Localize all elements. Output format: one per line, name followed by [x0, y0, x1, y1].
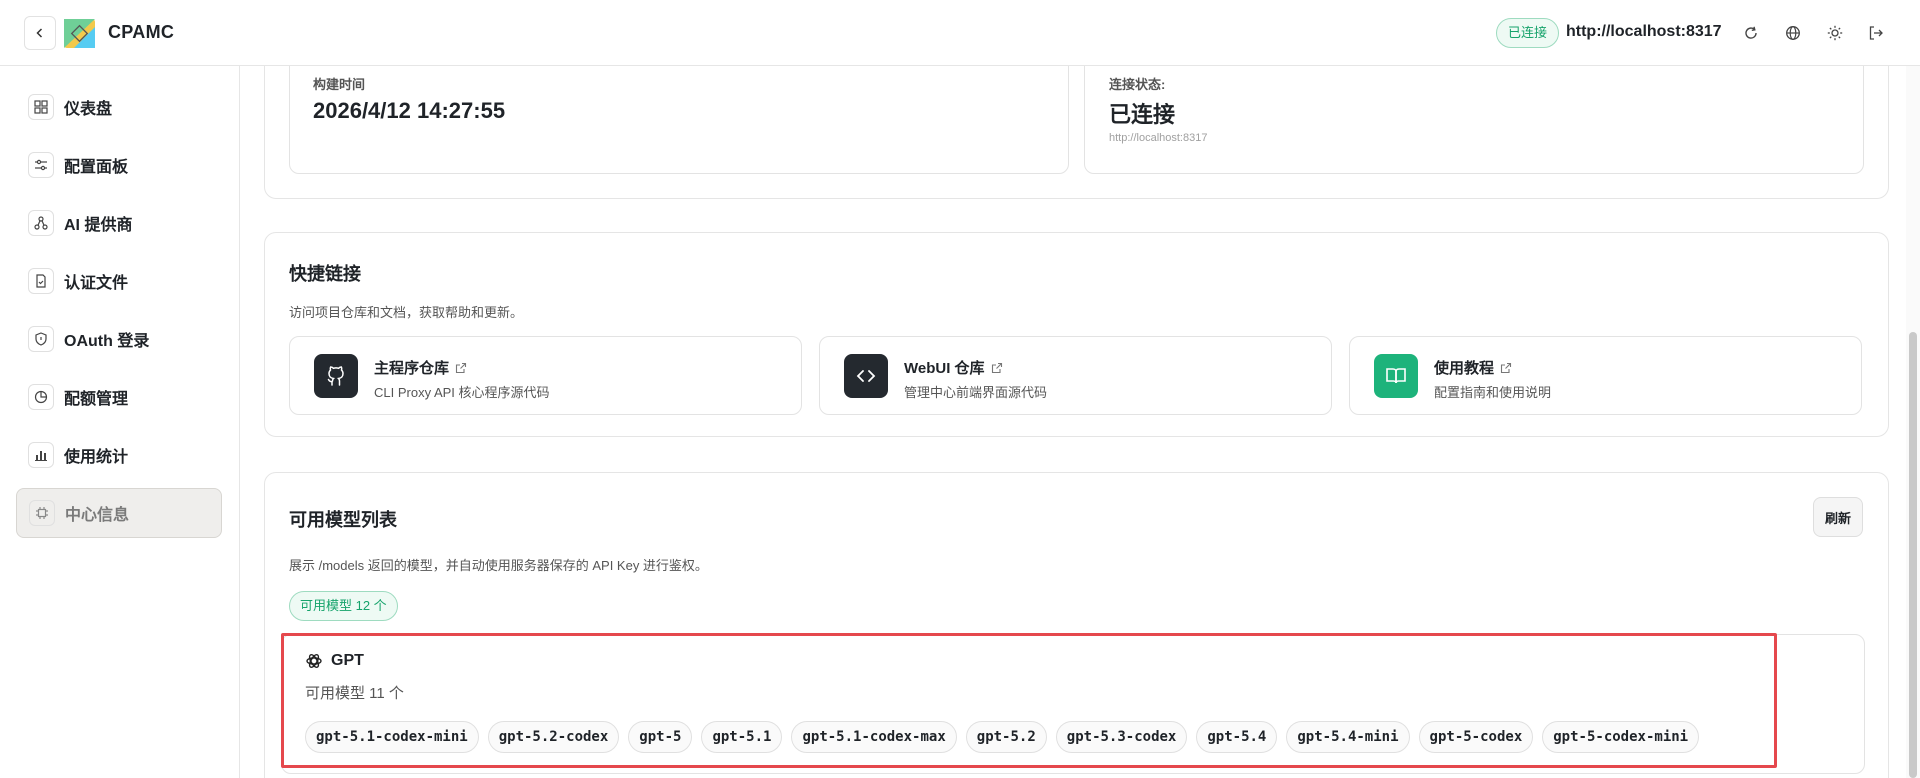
bar-chart-icon [28, 442, 54, 468]
external-link-icon [1500, 362, 1512, 373]
connection-panel [1084, 66, 1864, 174]
scrollbar-thumb[interactable] [1909, 332, 1917, 778]
sidebar-item-center-info[interactable]: 中心信息 [16, 488, 222, 538]
link-description: 管理中心前端界面源代码 [904, 385, 1048, 400]
model-chip: gpt-5.1-codex-mini [305, 721, 479, 753]
model-chip-list: gpt-5.1-codex-mini gpt-5.2-codex gpt-5 gpt-… [305, 721, 1700, 753]
file-check-icon [28, 268, 54, 294]
model-chip: gpt-5.2 [965, 721, 1047, 753]
app-logo [64, 19, 95, 48]
model-chip: gpt-5-codex-mini [1542, 721, 1700, 753]
sidebar-item-label: AI 提供商 [64, 217, 133, 234]
sun-icon[interactable] [1823, 21, 1847, 45]
sidebar-item-label: 仪表盘 [64, 101, 113, 118]
link-main-repo[interactable]: 主程序仓库 CLI Proxy API 核心程序源代码 [289, 336, 802, 415]
pie-icon [28, 384, 54, 410]
main-content: 构建时间 2026/4/12 14:27:55 连接状态: 已连接 http:/… [241, 66, 1920, 778]
sidebar-item-label: 使用统计 [64, 449, 129, 466]
dashboard-icon [28, 94, 54, 120]
connection-status-label: 连接状态: [1109, 77, 1166, 92]
sidebar-item-dashboard[interactable]: 仪表盘 [16, 82, 222, 132]
link-description: 配置指南和使用说明 [1434, 385, 1552, 400]
model-chip: gpt-5.4 [1196, 721, 1278, 753]
build-time-label: 构建时间 [313, 77, 366, 92]
globe-icon[interactable] [1781, 21, 1805, 45]
link-webui-repo[interactable]: WebUI 仓库 管理中心前端界面源代码 [819, 336, 1332, 415]
models-description: 展示 /models 返回的模型，并自动使用服务器保存的 API Key 进行鉴… [289, 558, 708, 573]
code-icon [844, 354, 888, 398]
external-link-icon [455, 362, 467, 373]
models-title: 可用模型列表 [289, 510, 397, 530]
quick-links-title: 快捷链接 [289, 264, 361, 284]
chip-icon [29, 500, 55, 526]
sidebar-item-label: 配置面板 [64, 159, 129, 176]
model-chip: gpt-5-codex [1418, 721, 1534, 753]
back-button[interactable] [24, 16, 56, 50]
sidebar-item-label: 配额管理 [64, 391, 129, 408]
model-chip: gpt-5.1 [701, 721, 783, 753]
sidebar-item-quota[interactable]: 配额管理 [16, 372, 222, 422]
model-group-title: GPT [305, 652, 364, 670]
sidebar-item-label: 中心信息 [65, 507, 130, 524]
sliders-icon [28, 152, 54, 178]
brand-name: CPAMC [108, 22, 175, 42]
models-count-badge: 可用模型 12 个 [289, 591, 398, 621]
sidebar-item-config[interactable]: 配置面板 [16, 140, 222, 190]
sidebar-item-usage[interactable]: 使用统计 [16, 430, 222, 480]
book-icon [1374, 354, 1418, 398]
connection-status-value: 已连接 [1109, 102, 1176, 127]
connection-url: http://localhost:8317 [1109, 132, 1208, 144]
quick-links-description: 访问项目仓库和文档，获取帮助和更新。 [289, 305, 524, 320]
model-chip: gpt-5.1-codex-max [791, 721, 957, 753]
sidebar-item-auth-files[interactable]: 认证文件 [16, 256, 222, 306]
model-group-count: 可用模型 11 个 [305, 685, 404, 702]
connection-status-badge: 已连接 [1496, 18, 1560, 48]
logout-icon[interactable] [1864, 21, 1888, 45]
external-link-icon [991, 362, 1002, 373]
sidebar: 仪表盘 配置面板 AI 提供商 认证文件 OAuth 登录 配额管理 使用统计 … [0, 66, 240, 778]
sidebar-item-oauth[interactable]: OAuth 登录 [16, 314, 222, 364]
link-description: CLI Proxy API 核心程序源代码 [374, 385, 550, 400]
link-title: 使用教程 [1434, 357, 1512, 378]
github-icon [314, 354, 358, 398]
link-title: 主程序仓库 [374, 357, 467, 378]
shield-icon [28, 326, 54, 352]
top-bar: CPAMC 已连接 http://localhost:8317 [0, 0, 1920, 66]
chevron-left-icon [36, 28, 43, 38]
refresh-icon[interactable] [1739, 21, 1763, 45]
sidebar-item-label: OAuth 登录 [64, 333, 150, 350]
model-chip: gpt-5.3-codex [1055, 721, 1188, 753]
openai-icon [306, 654, 322, 668]
model-chip: gpt-5.4-mini [1286, 721, 1410, 753]
network-icon [28, 210, 54, 236]
server-url: http://localhost:8317 [1566, 23, 1722, 40]
link-title: WebUI 仓库 [904, 357, 1003, 378]
link-tutorial[interactable]: 使用教程 配置指南和使用说明 [1349, 336, 1862, 415]
refresh-button[interactable]: 刷新 [1813, 497, 1863, 537]
build-time-value: 2026/4/12 14:27:55 [313, 98, 506, 123]
sidebar-item-ai-providers[interactable]: AI 提供商 [16, 198, 222, 248]
model-chip: gpt-5 [628, 721, 693, 753]
model-chip: gpt-5.2-codex [487, 721, 620, 753]
sidebar-item-label: 认证文件 [64, 275, 129, 292]
